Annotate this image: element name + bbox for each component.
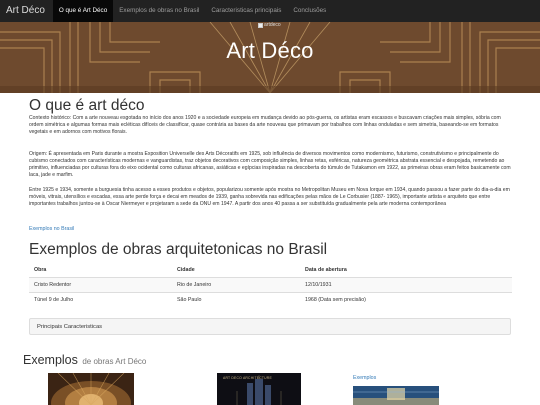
column-header-obra: Obra: [29, 263, 172, 278]
column-header-data: Data de abertura: [300, 263, 512, 278]
hero-title: Art Déco: [226, 38, 314, 63]
paragraph-contexto: Contexto histórico: Com a arte nouveau e…: [29, 115, 501, 135]
brand-link[interactable]: Art Déco: [0, 0, 53, 22]
thumbnail-artdeco-3[interactable]: [353, 386, 439, 405]
section-title-exemplos-brasil: Exemplos de obras arquitetonicas no Bras…: [29, 241, 328, 258]
cell-obra: Túnel 9 de Julho: [29, 292, 172, 307]
hero-banner: artdeco Art Déco: [0, 22, 540, 93]
nav-item-conclusoes[interactable]: Conclusões: [287, 0, 332, 22]
cell-cidade: Rio de Janeiro: [172, 277, 300, 293]
section3-subtitle: de obras Art Déco: [82, 357, 147, 366]
table-row: Cristo Redentor Rio de Janeiro 12/10/193…: [29, 277, 512, 293]
section3-title: Exemplos: [23, 353, 78, 367]
section-title-exemplos: Exemplos de obras Art Déco: [23, 351, 146, 369]
paragraph-origem: Origem: É apresentada em Paris durante a…: [29, 151, 511, 178]
hero-image-alt-text: artdeco: [264, 22, 281, 28]
link-exemplos-brasil[interactable]: Exemplos no Brasil: [29, 226, 74, 232]
hero-broken-image: artdeco: [258, 22, 281, 28]
thumbnail-artdeco-1[interactable]: [48, 373, 134, 405]
broken-image-icon: [258, 22, 263, 28]
link-exemplos[interactable]: Exemplos: [353, 375, 376, 381]
table-header-row: Obra Cidade Data de abertura: [29, 263, 512, 278]
panel-title: Principais Caracteristicas: [37, 324, 103, 330]
table-row: Túnel 9 de Julho São Paulo 1968 (Data se…: [29, 292, 512, 307]
cell-data: 12/10/1931: [300, 277, 512, 293]
section-title-o-que-e: O que é art déco: [29, 97, 145, 114]
cell-obra: Cristo Redentor: [29, 277, 172, 293]
thumbnail-image-1: [48, 373, 134, 405]
nav-item-o-que-e[interactable]: O que é Art Déco: [52, 0, 114, 22]
thumbnail-image-3: [353, 386, 439, 405]
cell-data: 1968 (Data sem precisão): [300, 292, 512, 307]
obras-table: Obra Cidade Data de abertura Cristo Rede…: [29, 263, 512, 307]
nav-item-exemplos[interactable]: Exemplos de obras no Brasil: [113, 0, 205, 22]
nav-item-caracteristicas[interactable]: Caracteristicas principais: [205, 0, 287, 22]
panel-caracteristicas[interactable]: Principais Caracteristicas: [29, 318, 511, 335]
cell-cidade: São Paulo: [172, 292, 300, 307]
navbar: Art Déco O que é Art Déco Exemplos de ob…: [0, 0, 540, 22]
column-header-cidade: Cidade: [172, 263, 300, 278]
thumbnail-artdeco-2[interactable]: ART DECO ARCHITECTURE: [217, 373, 301, 405]
paragraph-historia: Entre 1925 e 1934, somente a burguesia t…: [29, 187, 510, 207]
thumbnail-2-caption: ART DECO ARCHITECTURE: [223, 376, 272, 380]
